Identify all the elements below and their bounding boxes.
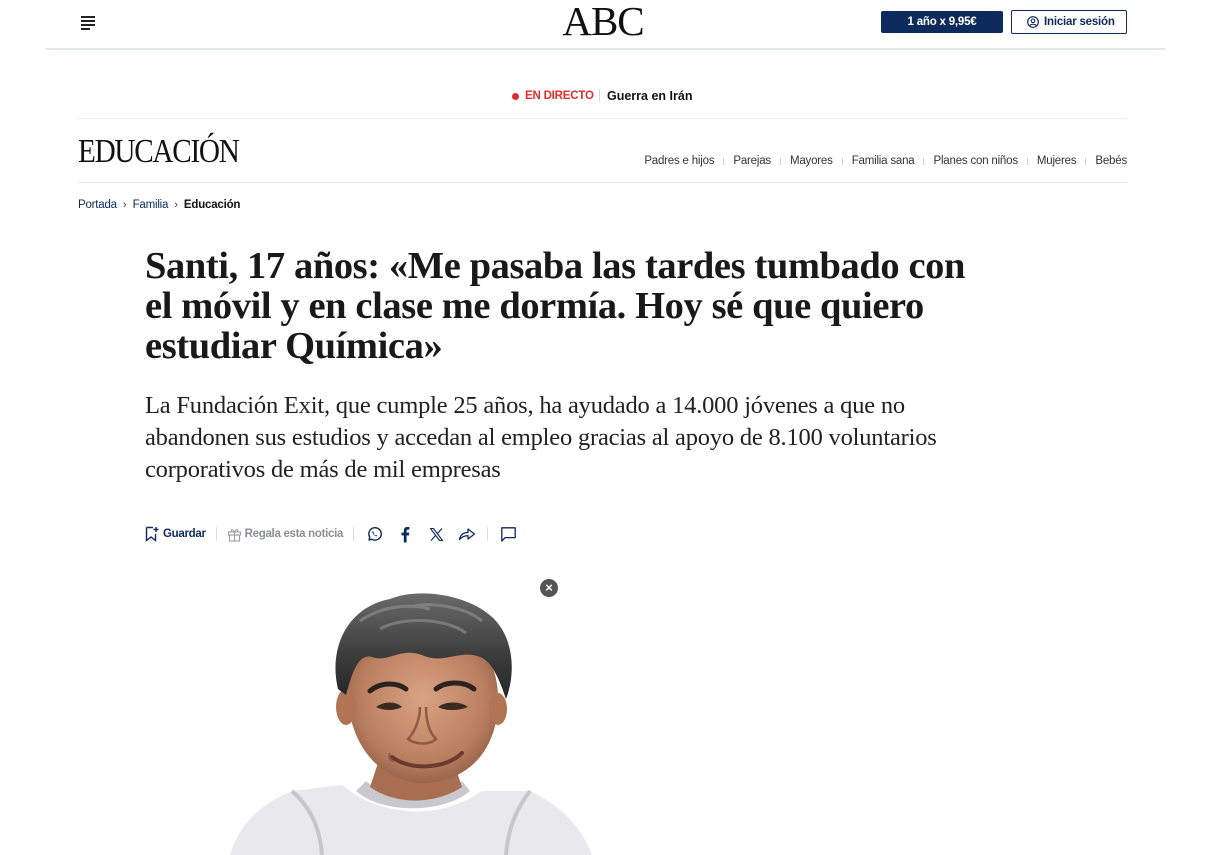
divider — [723, 157, 725, 165]
hamburger-menu-icon[interactable] — [80, 13, 98, 31]
article-subhead: La Fundación Exit, que cumple 25 años, h… — [145, 392, 937, 483]
breadcrumb: Portada › Familia › Educación — [78, 198, 240, 212]
subnav-item-planes-con-ninos[interactable]: Planes con niños — [933, 154, 1018, 168]
user-circle-icon — [1027, 16, 1039, 28]
comment-icon — [500, 526, 516, 542]
subscribe-button[interactable]: 1 año x 9,95€ — [881, 11, 1003, 33]
bookmark-icon — [145, 526, 159, 542]
chevron-right-icon: › — [122, 199, 127, 211]
subnav-item-mujeres[interactable]: Mujeres — [1037, 154, 1077, 168]
divider — [1085, 157, 1087, 165]
gift-article-button[interactable]: Regala esta noticia — [227, 527, 343, 542]
gift-label: Regala esta noticia — [244, 528, 344, 540]
save-button[interactable]: Guardar — [145, 526, 206, 542]
whatsapp-icon — [367, 526, 382, 541]
share-button[interactable] — [457, 524, 477, 544]
comments-button[interactable] — [498, 524, 518, 544]
subnav-item-familia-sana[interactable]: Familia sana — [852, 154, 915, 168]
live-label[interactable]: EN DIRECTO — [525, 88, 594, 104]
chevron-right-icon: › — [174, 199, 178, 211]
article-photo — [230, 577, 600, 855]
breadcrumb-portada[interactable]: Portada — [78, 198, 117, 212]
divider — [215, 527, 217, 541]
live-strip: EN DIRECTO Guerra en Irán — [78, 83, 1127, 119]
subnav-item-padres-e-hijos[interactable]: Padres e hijos — [644, 154, 714, 168]
divider — [923, 157, 925, 165]
close-icon[interactable]: × — [540, 579, 558, 597]
article-actions: Guardar Regala esta noticia — [145, 524, 529, 544]
subnav-item-parejas[interactable]: Parejas — [733, 154, 771, 168]
divider — [1026, 157, 1028, 165]
divider — [487, 527, 489, 541]
divider — [841, 157, 843, 165]
portrait-image — [230, 593, 592, 855]
abc-logo[interactable]: ABC — [555, 0, 651, 42]
save-label: Guardar — [163, 528, 206, 540]
divider — [353, 527, 355, 541]
login-button[interactable]: Iniciar sesión — [1011, 10, 1127, 34]
gift-icon — [227, 528, 241, 542]
section-subnav: Padres e hijos Parejas Mayores Familia s… — [644, 154, 1127, 168]
login-label: Iniciar sesión — [1044, 16, 1115, 28]
subnav-item-mayores[interactable]: Mayores — [790, 154, 833, 168]
section-title[interactable]: EDUCACIÓN — [78, 133, 240, 171]
breadcrumb-current: Educación — [183, 199, 241, 211]
site-header: ABC 1 año x 9,95€ Iniciar sesión — [46, 0, 1165, 50]
facebook-icon — [401, 526, 410, 542]
article-headline: Santi, 17 años: «Me pasaba las tardes tu… — [145, 245, 966, 367]
divider — [779, 157, 781, 165]
x-icon — [429, 527, 443, 541]
live-topic-link[interactable]: Guerra en Irán — [607, 88, 692, 104]
divider — [599, 89, 600, 102]
facebook-share-button[interactable] — [395, 524, 415, 544]
section-header: EDUCACIÓN Padres e hijos Parejas Mayores… — [78, 119, 1127, 183]
whatsapp-share-button[interactable] — [364, 524, 384, 544]
subnav-item-bebes[interactable]: Bebés — [1095, 154, 1127, 168]
live-dot-icon — [512, 93, 519, 100]
breadcrumb-familia[interactable]: Familia — [133, 198, 169, 212]
x-share-button[interactable] — [426, 524, 446, 544]
share-icon — [458, 528, 476, 541]
